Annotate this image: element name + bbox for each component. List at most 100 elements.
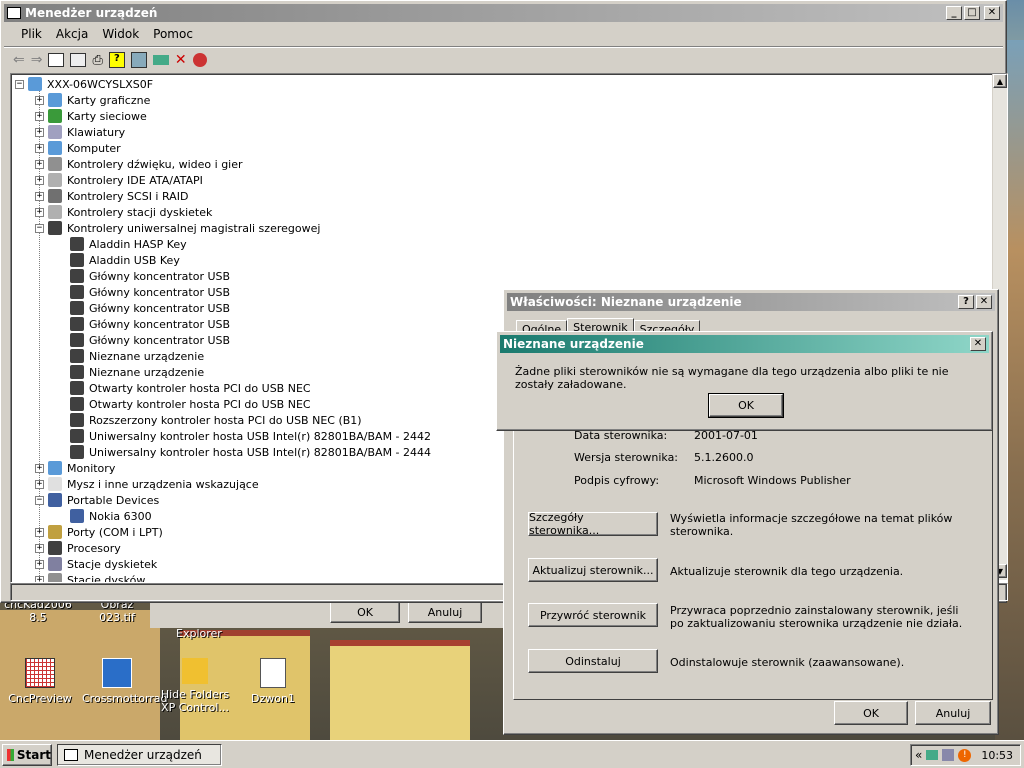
tree-device[interactable]: Główny koncentrator USB — [57, 268, 230, 284]
expand-icon[interactable]: + — [35, 111, 44, 121]
expand-icon[interactable]: + — [35, 127, 44, 137]
tree-category[interactable]: + Karty sieciowe — [35, 108, 147, 124]
scan-hardware-icon[interactable] — [130, 52, 147, 68]
close-button[interactable]: ✕ — [984, 6, 1000, 20]
rollback-driver-button[interactable]: Przywróć sterownik — [528, 603, 658, 627]
properties-icon[interactable] — [70, 53, 87, 67]
print-icon[interactable]: ⎙ — [92, 53, 102, 68]
network-tray-icon[interactable] — [926, 750, 939, 760]
tree-device[interactable]: Aladdin USB Key — [57, 252, 180, 268]
expand-icon[interactable]: + — [35, 479, 44, 489]
collapse-icon[interactable]: − — [35, 495, 44, 505]
help-button[interactable]: ? — [958, 295, 974, 309]
ok-button[interactable]: OK — [834, 701, 908, 725]
tree-category[interactable]: + Kontrolery SCSI i RAID — [35, 188, 188, 204]
desktop-icon-cncpreview[interactable]: CncPreview — [5, 658, 75, 705]
tree-category[interactable]: + Mysz i inne urządzenia wskazujące — [35, 476, 259, 492]
tree-category[interactable]: + Komputer — [35, 140, 121, 156]
help-icon[interactable]: ? — [108, 52, 125, 68]
device-manager-titlebar[interactable]: Menedżer urządzeń _ □ ✕ — [4, 4, 1003, 22]
message-titlebar[interactable]: Nieznane urządzenie ✕ — [500, 335, 989, 353]
tree-device[interactable]: Główny koncentrator USB — [57, 300, 230, 316]
expand-icon[interactable]: + — [35, 159, 44, 169]
device-tray-icon[interactable] — [942, 749, 955, 761]
collapse-icon[interactable]: − — [15, 79, 24, 89]
tree-category[interactable]: + Stacje dysków — [35, 572, 145, 582]
tray-chevron[interactable]: « — [915, 748, 922, 762]
tree-category[interactable]: + Stacje dyskietek — [35, 556, 157, 572]
desktop-icon-crossmottorrad[interactable]: Crossmottorrad — [82, 658, 168, 705]
menu-akcja[interactable]: Akcja — [56, 27, 88, 41]
expand-icon[interactable]: + — [35, 575, 44, 582]
tree-device[interactable]: Otwarty kontroler hosta PCI do USB NEC — [57, 396, 311, 412]
minimize-button[interactable]: _ — [946, 6, 962, 20]
expand-icon[interactable]: + — [35, 543, 44, 553]
expand-icon[interactable]: + — [35, 191, 44, 201]
tree-device[interactable]: Nieznane urządzenie — [57, 348, 204, 364]
tree-category[interactable]: + Kontrolery IDE ATA/ATAPI — [35, 172, 203, 188]
driver-details-button[interactable]: Szczegóły sterownika... — [528, 511, 658, 537]
expand-icon[interactable]: + — [35, 559, 44, 569]
expand-icon[interactable]: + — [35, 143, 44, 153]
expand-icon[interactable]: + — [35, 95, 44, 105]
tree-category[interactable]: + Monitory — [35, 460, 115, 476]
menu-widok[interactable]: Widok — [102, 27, 139, 41]
floppy-icon — [48, 557, 62, 571]
tree-item-label: Główny koncentrator USB — [89, 269, 231, 283]
tree-device[interactable]: Otwarty kontroler hosta PCI do USB NEC — [57, 380, 311, 396]
update-driver-icon[interactable] — [152, 55, 169, 65]
tree-category[interactable]: + Kontrolery stacji dyskietek — [35, 204, 212, 220]
scroll-up-button[interactable]: ▲ — [993, 74, 1007, 88]
sound-file-icon — [260, 658, 286, 688]
uninstall-desc: Odinstalowuje sterownik (zaawansowane). — [670, 656, 905, 669]
tree-category[interactable]: − Portable Devices — [35, 492, 159, 508]
tree-category[interactable]: + Klawiatury — [35, 124, 125, 140]
desktop-icon-dzwon1[interactable]: Dzwon1 — [238, 658, 308, 705]
tree-item-label: Otwarty kontroler hosta PCI do USB NEC — [89, 397, 311, 411]
menu-pomoc[interactable]: Pomoc — [153, 27, 193, 41]
tree-device[interactable]: Nokia 6300 — [57, 508, 152, 524]
uninstall-button[interactable]: Odinstaluj — [528, 649, 658, 673]
tree-device[interactable]: Główny koncentrator USB — [57, 316, 230, 332]
uninstall-device-icon[interactable] — [192, 53, 207, 67]
desktop-icon-hide-folders[interactable]: Hide Folders XP Control... — [160, 658, 230, 714]
tree-category[interactable]: + Kontrolery dźwięku, wideo i gier — [35, 156, 243, 172]
back-icon[interactable]: ⇐ — [13, 52, 25, 68]
menu-plik[interactable]: Plik — [21, 27, 42, 41]
background-ok-button[interactable]: OK — [330, 602, 400, 623]
mouse-icon — [48, 477, 62, 491]
properties-titlebar[interactable]: Właściwości: Nieznane urządzenie ? ✕ — [507, 293, 995, 311]
expand-icon[interactable]: + — [35, 463, 44, 473]
disable-device-icon[interactable]: ✕ — [175, 52, 187, 68]
cancel-button[interactable]: Anuluj — [915, 701, 991, 725]
tree-device[interactable]: Uniwersalny kontroler hosta USB Intel(r)… — [57, 444, 431, 460]
tree-category[interactable]: − Kontrolery uniwersalnej magistrali szer… — [35, 220, 320, 236]
expand-icon[interactable]: + — [35, 175, 44, 185]
collapse-icon[interactable]: − — [35, 223, 44, 233]
tree-device[interactable]: Aladdin HASP Key — [57, 236, 187, 252]
usb-icon — [70, 349, 84, 363]
alert-tray-icon[interactable]: ! — [958, 748, 972, 762]
close-button[interactable]: ✕ — [970, 337, 986, 351]
tree-category[interactable]: + Procesory — [35, 540, 121, 556]
tree-device[interactable]: Rozszerzony kontroler hosta PCI do USB N… — [57, 412, 362, 428]
background-cancel-button[interactable]: Anuluj — [408, 602, 482, 623]
tree-device[interactable]: Główny koncentrator USB — [57, 284, 230, 300]
tree-device[interactable]: Nieznane urządzenie — [57, 364, 204, 380]
tree-root[interactable]: − XXX-06WCYSLXS0F — [15, 76, 153, 92]
expand-icon[interactable]: + — [35, 207, 44, 217]
tree-category[interactable]: + Porty (COM i LPT) — [35, 524, 163, 540]
update-driver-button[interactable]: Aktualizuj sterownik... — [528, 558, 658, 582]
tree-item-label: Otwarty kontroler hosta PCI do USB NEC — [89, 381, 311, 395]
close-button[interactable]: ✕ — [976, 295, 992, 309]
show-hide-console-tree-icon[interactable] — [48, 53, 65, 67]
maximize-button[interactable]: □ — [964, 6, 980, 20]
message-ok-button[interactable]: OK — [708, 393, 784, 418]
forward-icon[interactable]: ⇒ — [31, 52, 43, 68]
tree-device[interactable]: Uniwersalny kontroler hosta USB Intel(r)… — [57, 428, 431, 444]
tree-category[interactable]: + Karty graficzne — [35, 92, 150, 108]
taskbar-device-manager[interactable]: Menedżer urządzeń — [57, 744, 222, 766]
expand-icon[interactable]: + — [35, 527, 44, 537]
tree-device[interactable]: Główny koncentrator USB — [57, 332, 230, 348]
start-button[interactable]: Start — [2, 744, 52, 766]
